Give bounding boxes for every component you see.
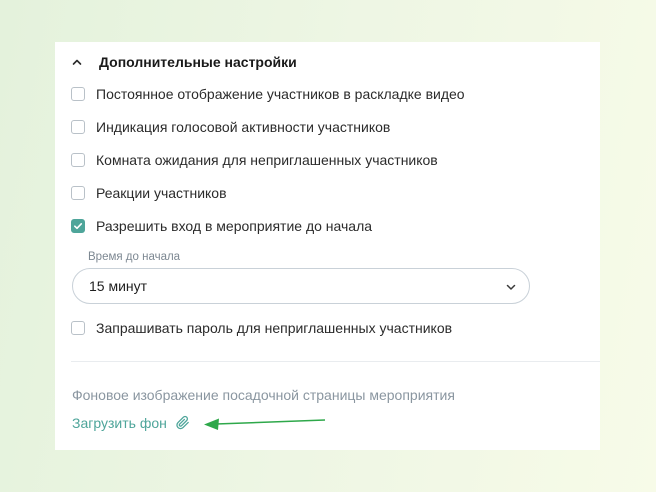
upload-background-link[interactable]: Загрузить фон: [72, 413, 191, 433]
option-label: Запрашивать пароль для неприглашенных уч…: [96, 320, 453, 336]
option-password[interactable]: Запрашивать пароль для неприглашенных уч…: [71, 318, 452, 338]
option-label: Разрешить вход в мероприятие до начала: [96, 218, 373, 234]
additional-settings-panel: Дополнительные настройки Постоянное отоб…: [55, 42, 600, 450]
upload-background-label: Загрузить фон: [72, 415, 167, 431]
section-title: Дополнительные настройки: [99, 54, 297, 70]
option-label: Комната ожидания для неприглашенных учас…: [96, 152, 438, 168]
select-value: 15 минут: [89, 278, 148, 294]
option-early-entry[interactable]: Разрешить вход в мероприятие до начала: [71, 216, 372, 236]
checkbox[interactable]: [71, 321, 85, 335]
chevron-down-icon: [506, 284, 516, 290]
checkbox[interactable]: [71, 153, 85, 167]
option-persistent-display[interactable]: Постоянное отображение участников в раск…: [71, 84, 465, 104]
check-icon: [74, 223, 83, 230]
option-waiting-room[interactable]: Комната ожидания для неприглашенных учас…: [71, 150, 438, 170]
checkbox[interactable]: [71, 87, 85, 101]
time-before-start-caption: Время до начала: [88, 251, 181, 263]
chevron-up-icon: [72, 59, 82, 65]
checkbox-checked[interactable]: [71, 219, 85, 233]
option-label: Постоянное отображение участников в раск…: [96, 86, 465, 102]
option-label: Индикация голосовой активности участнико…: [96, 119, 391, 135]
divider: [71, 361, 600, 362]
option-label: Реакции участников: [96, 185, 227, 201]
paperclip-icon: [176, 415, 189, 430]
option-reactions[interactable]: Реакции участников: [71, 183, 227, 203]
background-image-label: Фоновое изображение посадочной страницы …: [72, 387, 455, 403]
option-voice-activity[interactable]: Индикация голосовой активности участнико…: [71, 117, 390, 137]
checkbox[interactable]: [71, 120, 85, 134]
checkbox[interactable]: [71, 186, 85, 200]
additional-settings-toggle[interactable]: Дополнительные настройки: [71, 52, 297, 72]
time-before-start-select[interactable]: 15 минут: [72, 268, 530, 304]
